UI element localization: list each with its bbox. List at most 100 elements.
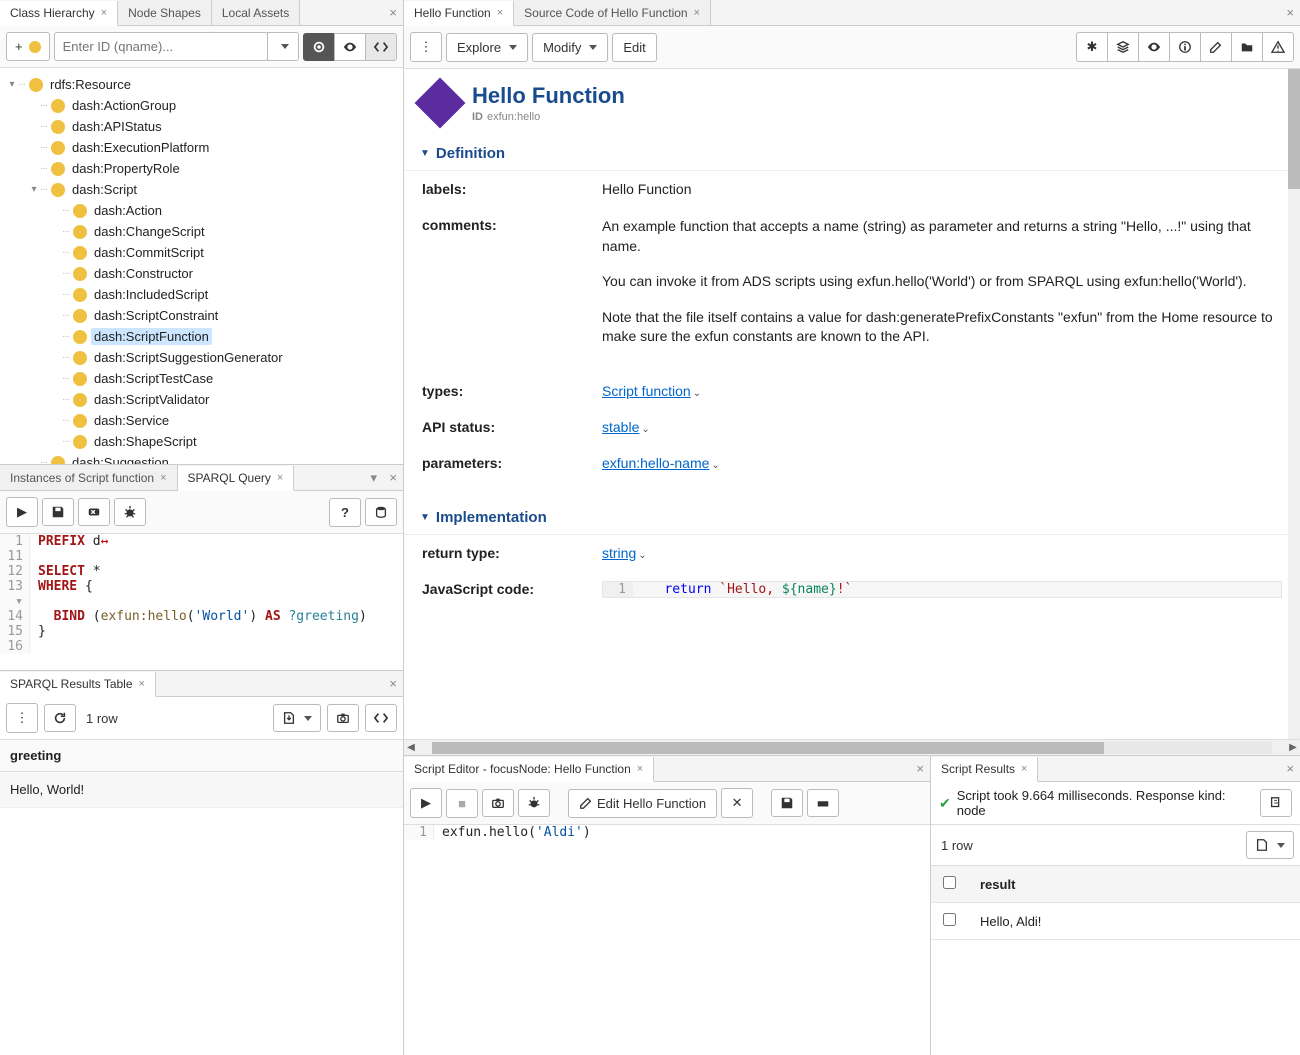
layers-button[interactable]: [1107, 32, 1139, 62]
close-icon[interactable]: ×: [160, 472, 166, 484]
tab-node-shapes[interactable]: Node Shapes: [118, 0, 212, 25]
column-header[interactable]: greeting: [0, 740, 403, 772]
export-button[interactable]: [273, 704, 321, 732]
menu-icon[interactable]: ▾: [370, 470, 377, 486]
run-button[interactable]: ▶: [410, 788, 442, 818]
close-panel-icon[interactable]: ×: [389, 5, 397, 20]
script-editor[interactable]: 1exfun.hello('Aldi'): [404, 825, 930, 1055]
close-icon[interactable]: ×: [694, 7, 700, 19]
view-button[interactable]: [1138, 32, 1170, 62]
column-header[interactable]: result: [968, 866, 1300, 903]
edit-function-button[interactable]: Edit Hello Function: [568, 789, 717, 818]
clear-button[interactable]: [78, 498, 110, 526]
tree-node[interactable]: ···dash:IncludedScript: [4, 284, 399, 305]
tree-node[interactable]: ···dash:PropertyRole: [4, 158, 399, 179]
run-button[interactable]: ▶: [6, 497, 38, 527]
close-panel-icon[interactable]: ×: [916, 761, 924, 776]
results-toolbar: ⋮ 1 row: [0, 697, 403, 740]
tab-script-editor[interactable]: Script Editor - focusNode: Hello Functio…: [404, 757, 654, 782]
result-cell[interactable]: Hello, Aldi!: [968, 903, 1300, 940]
tree-node[interactable]: ···dash:ShapeScript: [4, 431, 399, 452]
refresh-button[interactable]: [44, 704, 76, 732]
modify-button[interactable]: Modify: [532, 33, 608, 62]
tab-class-hierarchy[interactable]: Class Hierarchy×: [0, 1, 118, 26]
info-button[interactable]: [1169, 32, 1201, 62]
folder-button[interactable]: [1231, 32, 1263, 62]
section-definition[interactable]: ▼Definition: [404, 137, 1300, 171]
close-icon[interactable]: ×: [139, 678, 145, 690]
menu-button[interactable]: ⋮: [6, 703, 38, 733]
close-panel-icon[interactable]: ×: [389, 676, 397, 691]
tree-node[interactable]: ···dash:ScriptSuggestionGenerator: [4, 347, 399, 368]
tree-node[interactable]: ···dash:Constructor: [4, 263, 399, 284]
tab-sparql-results[interactable]: SPARQL Results Table×: [0, 672, 156, 697]
section-implementation[interactable]: ▼Implementation: [404, 501, 1300, 535]
tree-node[interactable]: ▾···dash:Script: [4, 179, 399, 200]
tab-instances[interactable]: Instances of Script function×: [0, 465, 178, 490]
db-button[interactable]: [365, 498, 397, 526]
menu-button[interactable]: ⋮: [410, 32, 442, 62]
scrollbar[interactable]: [1288, 69, 1300, 739]
horizontal-scrollbar[interactable]: ◀ ▶: [404, 739, 1300, 755]
save-button[interactable]: [771, 789, 803, 817]
tree-node[interactable]: ···dash:ScriptFunction: [4, 326, 399, 347]
link-parameters[interactable]: exfun:hello-name: [602, 455, 709, 471]
save-button[interactable]: [42, 498, 74, 526]
snapshot-button[interactable]: [482, 789, 514, 817]
tab-sparql-query[interactable]: SPARQL Query×: [178, 466, 295, 491]
link-types[interactable]: Script function: [602, 383, 691, 399]
edit-button[interactable]: Edit: [612, 33, 656, 62]
tree-node[interactable]: ···dash:ChangeScript: [4, 221, 399, 242]
close-panel-icon[interactable]: ×: [389, 470, 397, 485]
close-icon[interactable]: ×: [637, 763, 643, 775]
close-icon[interactable]: ×: [497, 7, 503, 19]
result-cell[interactable]: Hello, World!: [0, 772, 403, 808]
tab-source-code[interactable]: Source Code of Hello Function×: [514, 0, 711, 25]
snapshot-button[interactable]: [327, 704, 359, 732]
tab-script-results[interactable]: Script Results×: [931, 757, 1038, 782]
code-view-button[interactable]: [365, 33, 397, 61]
tree-node[interactable]: ···dash:Action: [4, 200, 399, 221]
search-dropdown[interactable]: [267, 32, 299, 61]
tree-node[interactable]: ···dash:Suggestion: [4, 452, 399, 464]
tree-node[interactable]: ···dash:ScriptValidator: [4, 389, 399, 410]
edit-icon-button[interactable]: [1200, 32, 1232, 62]
stop-button[interactable]: ■: [446, 789, 478, 818]
debug-button[interactable]: [518, 789, 550, 817]
link-return-type[interactable]: string: [602, 545, 636, 561]
tab-hello-function[interactable]: Hello Function×: [404, 1, 514, 26]
export-button[interactable]: [1246, 831, 1294, 859]
tree-node[interactable]: ···dash:CommitScript: [4, 242, 399, 263]
code-button[interactable]: [365, 704, 397, 732]
tree-node[interactable]: ···dash:ExecutionPlatform: [4, 137, 399, 158]
tree-node[interactable]: ▾···rdfs:Resource: [4, 74, 399, 95]
search-input[interactable]: [54, 32, 268, 61]
class-tree[interactable]: ▾···rdfs:Resource···dash:ActionGroup···d…: [0, 68, 403, 464]
close-button[interactable]: ✕: [721, 788, 753, 818]
more-button[interactable]: [807, 789, 839, 817]
explore-button[interactable]: Explore: [446, 33, 528, 62]
add-button[interactable]: +: [6, 32, 50, 61]
view-button[interactable]: [334, 33, 366, 61]
select-all-checkbox[interactable]: [943, 876, 956, 889]
help-button[interactable]: ?: [329, 498, 361, 527]
link-api-status[interactable]: stable: [602, 419, 639, 435]
close-icon[interactable]: ×: [277, 472, 283, 484]
close-panel-icon[interactable]: ×: [1286, 761, 1294, 776]
sparql-editor[interactable]: 1PREFIX d↔1112SELECT *13 ▾WHERE {14 BIND…: [0, 534, 403, 670]
row-checkbox[interactable]: [943, 913, 956, 926]
tab-local-assets[interactable]: Local Assets: [212, 0, 300, 25]
tree-node[interactable]: ···dash:ScriptTestCase: [4, 368, 399, 389]
tree-node[interactable]: ···dash:Service: [4, 410, 399, 431]
copy-button[interactable]: [1260, 789, 1292, 817]
tree-node[interactable]: ···dash:ActionGroup: [4, 95, 399, 116]
close-panel-icon[interactable]: ×: [1286, 5, 1294, 20]
debug-button[interactable]: [114, 498, 146, 526]
locate-button[interactable]: [303, 33, 335, 61]
star-button[interactable]: ✱: [1076, 32, 1108, 62]
close-icon[interactable]: ×: [1021, 763, 1027, 775]
close-icon[interactable]: ×: [101, 7, 107, 19]
tree-node[interactable]: ···dash:APIStatus: [4, 116, 399, 137]
tree-node[interactable]: ···dash:ScriptConstraint: [4, 305, 399, 326]
warning-button[interactable]: [1262, 32, 1294, 62]
